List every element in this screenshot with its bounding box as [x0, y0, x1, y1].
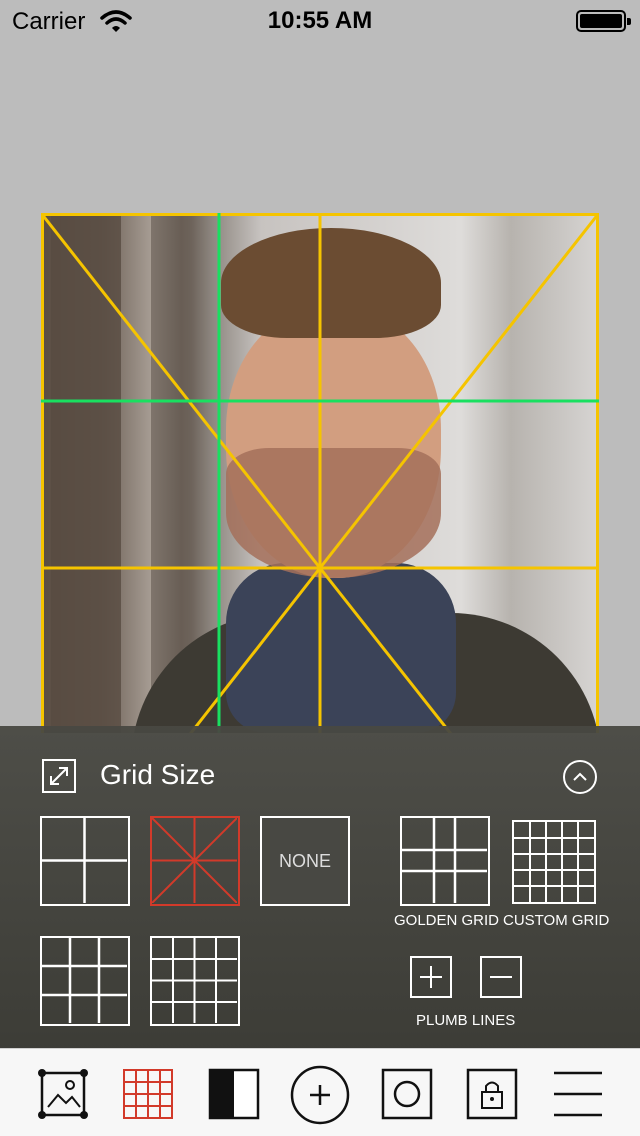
grid-overlay [41, 213, 599, 733]
expand-icon[interactable] [42, 759, 76, 793]
remove-plumb-line-button[interactable] [480, 956, 522, 998]
add-plumb-line-button[interactable] [410, 956, 452, 998]
plumb-lines-label: PLUMB LINES [416, 1012, 516, 1029]
panel-header: Grid Size [0, 726, 640, 822]
grid-icon[interactable] [121, 1067, 175, 1121]
clock: 10:55 AM [267, 7, 373, 34]
photo-icon[interactable] [36, 1067, 90, 1121]
grid-3x3-option[interactable] [40, 936, 130, 1026]
plus-icon [420, 966, 442, 988]
custom-grid-label: CUSTOM GRID [503, 912, 610, 929]
add-icon[interactable] [290, 1065, 350, 1125]
menu-icon[interactable] [552, 1067, 606, 1121]
battery-icon [576, 10, 631, 32]
status-bar: Carrier 10:55 AM [0, 0, 640, 40]
grid-2x2-option[interactable] [40, 816, 130, 906]
grid-none-option[interactable]: NONE [260, 816, 350, 906]
photo-canvas[interactable] [41, 213, 599, 733]
custom-grid-option[interactable] [512, 820, 596, 904]
chevron-up-icon [573, 772, 587, 781]
grid-4x4-option[interactable] [150, 936, 240, 1026]
minus-icon [490, 976, 512, 978]
panel-title: Grid Size [100, 759, 216, 790]
circle-icon[interactable] [380, 1067, 434, 1121]
lock-icon[interactable] [465, 1067, 519, 1121]
grid-size-panel: Grid Size NONE GOLDEN GRID CUSTOM GRID P… [0, 726, 640, 1048]
golden-grid-label: GOLDEN GRID [394, 912, 500, 929]
collapse-button[interactable] [563, 760, 597, 794]
bottom-toolbar [0, 1048, 640, 1136]
grid-diagonal-option[interactable] [150, 816, 240, 906]
golden-grid-option[interactable] [400, 816, 490, 906]
contrast-icon[interactable] [207, 1067, 261, 1121]
